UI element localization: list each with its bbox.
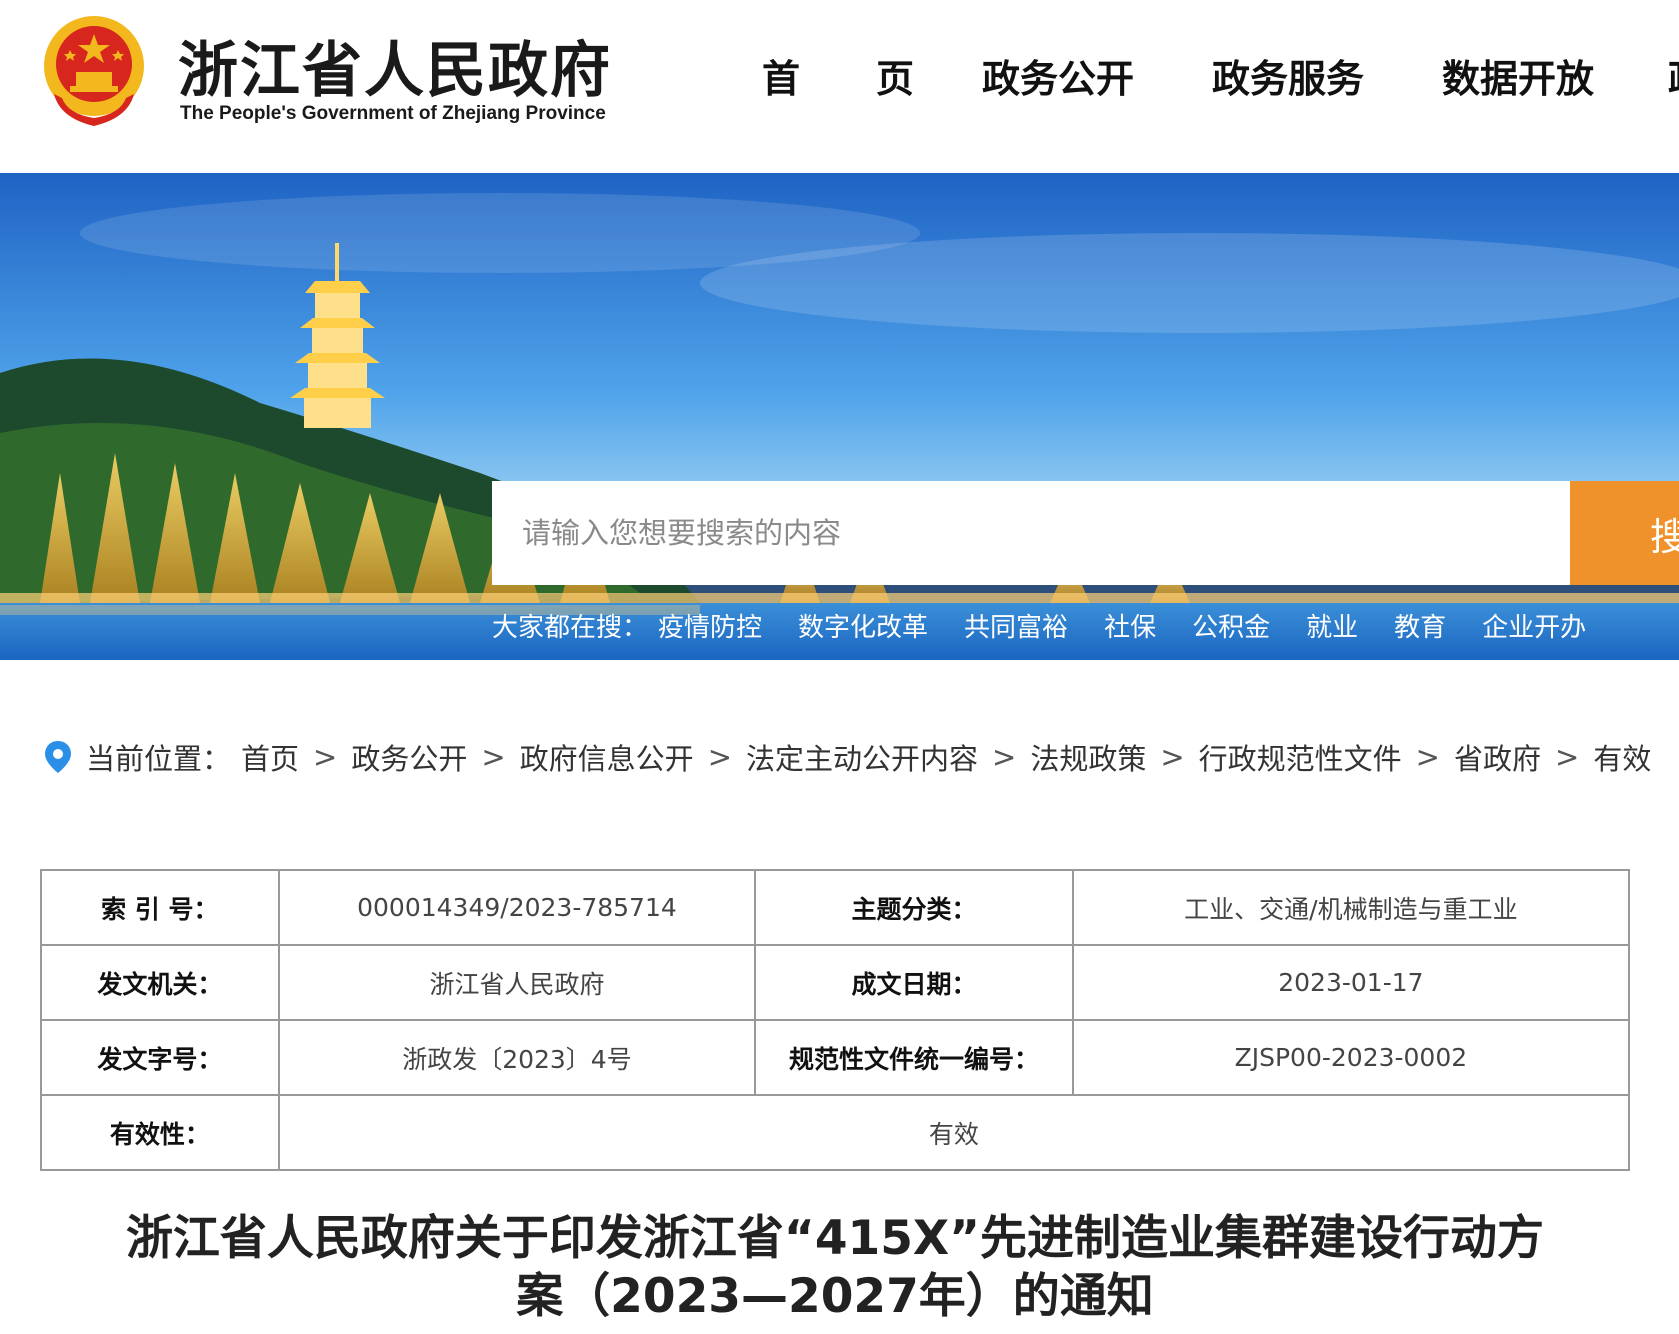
nav-home[interactable]: 首 页 — [762, 48, 914, 103]
table-row: 有效性： 有效 — [40, 1094, 1631, 1171]
document-title: 浙江省人民政府关于印发浙江省“415X”先进制造业集群建设行动方 案（2023—… — [40, 1210, 1630, 1326]
document-date-value: 2023-01-17 — [1071, 944, 1631, 1021]
breadcrumb-separator: > — [1415, 740, 1440, 774]
west-lake-scenery-image — [0, 173, 1679, 660]
breadcrumb-regulations[interactable]: 法规政策 — [1030, 736, 1146, 778]
hot-link-epidemic[interactable]: 疫情防控 — [658, 607, 762, 644]
breadcrumb-label: 当前位置： — [86, 742, 232, 776]
table-row: 发文字号： 浙政发〔2023〕4号 规范性文件统一编号： ZJSP00-2023… — [40, 1019, 1631, 1096]
breadcrumb-separator: > — [481, 740, 506, 774]
nav-government-services[interactable]: 政务服务 — [1212, 48, 1364, 103]
hot-searches-label: 大家都在搜： — [492, 612, 649, 643]
breadcrumb: 当前位置： 首页 > 政务公开 > 政府信息公开 > 法定主动公开内容 > 法规… — [44, 735, 1651, 779]
hot-link-digital-reform[interactable]: 数字化改革 — [798, 607, 928, 644]
hot-link-employment[interactable]: 就业 — [1306, 607, 1358, 644]
hero-banner: 搜 大家都在搜： 疫情防控 数字化改革 共同富裕 社保 公积金 就业 教育 企业… — [0, 173, 1679, 660]
site-header: 浙江省人民政府 The People's Government of Zheji… — [0, 0, 1679, 173]
issuing-authority-label: 发文机关： — [40, 944, 280, 1021]
breadcrumb-valid[interactable]: 有效 — [1593, 736, 1651, 778]
unified-code-value: ZJSP00-2023-0002 — [1071, 1019, 1631, 1096]
index-number-value: 000014349/2023-785714 — [277, 869, 757, 946]
breadcrumb-home[interactable]: 首页 — [241, 736, 299, 778]
topic-category-label: 主题分类： — [754, 869, 1074, 946]
breadcrumb-separator: > — [1555, 740, 1580, 774]
hot-link-education[interactable]: 教育 — [1394, 607, 1446, 644]
document-number-value: 浙政发〔2023〕4号 — [277, 1019, 757, 1096]
breadcrumb-separator: > — [313, 740, 338, 774]
document-number-label: 发文字号： — [40, 1019, 280, 1096]
hot-link-business-startup[interactable]: 企业开办 — [1482, 607, 1586, 644]
breadcrumb-info-disclosure[interactable]: 政府信息公开 — [520, 736, 694, 778]
unified-code-label: 规范性文件统一编号： — [754, 1019, 1074, 1096]
main-nav: 首 页 政务公开 政务服务 数据开放 政 — [0, 48, 1679, 104]
nav-government-affairs[interactable]: 政务公开 — [982, 48, 1134, 103]
breadcrumb-normative-documents[interactable]: 行政规范性文件 — [1199, 736, 1402, 778]
document-title-line-1: 浙江省人民政府关于印发浙江省“415X”先进制造业集群建设行动方 — [125, 1211, 1545, 1266]
hot-searches: 大家都在搜： 疫情防控 数字化改革 共同富裕 社保 公积金 就业 教育 企业开办 — [492, 605, 1622, 645]
hot-link-housing-fund[interactable]: 公积金 — [1192, 607, 1270, 644]
table-row: 发文机关： 浙江省人民政府 成文日期： 2023-01-17 — [40, 944, 1631, 1021]
breadcrumb-statutory-content[interactable]: 法定主动公开内容 — [746, 736, 978, 778]
document-date-label: 成文日期： — [754, 944, 1074, 1021]
document-metadata-table: 索 引 号： 000014349/2023-785714 主题分类： 工业、交通… — [40, 869, 1631, 1171]
issuing-authority-value: 浙江省人民政府 — [277, 944, 757, 1021]
document-title-line-2: 案（2023—2027年）的通知 — [516, 1269, 1154, 1324]
validity-value: 有效 — [277, 1094, 1631, 1171]
nav-more[interactable]: 政 — [1668, 48, 1679, 103]
breadcrumb-separator: > — [1160, 740, 1185, 774]
nav-open-data[interactable]: 数据开放 — [1442, 48, 1594, 103]
breadcrumb-separator: > — [992, 740, 1017, 774]
hot-link-common-prosperity[interactable]: 共同富裕 — [964, 607, 1068, 644]
search-button[interactable]: 搜 — [1570, 481, 1679, 585]
site-title-en[interactable]: The People's Government of Zhejiang Prov… — [180, 103, 606, 125]
breadcrumb-separator: > — [707, 740, 732, 774]
search-input[interactable] — [492, 481, 1570, 585]
validity-label: 有效性： — [40, 1094, 280, 1171]
topic-category-value: 工业、交通/机械制造与重工业 — [1071, 869, 1631, 946]
breadcrumb-government-affairs[interactable]: 政务公开 — [351, 736, 467, 778]
breadcrumb-provincial-government[interactable]: 省政府 — [1454, 736, 1541, 778]
index-number-label: 索 引 号： — [40, 869, 280, 946]
location-pin-icon — [45, 741, 71, 773]
table-row: 索 引 号： 000014349/2023-785714 主题分类： 工业、交通… — [40, 869, 1631, 946]
hot-link-social-security[interactable]: 社保 — [1104, 607, 1156, 644]
